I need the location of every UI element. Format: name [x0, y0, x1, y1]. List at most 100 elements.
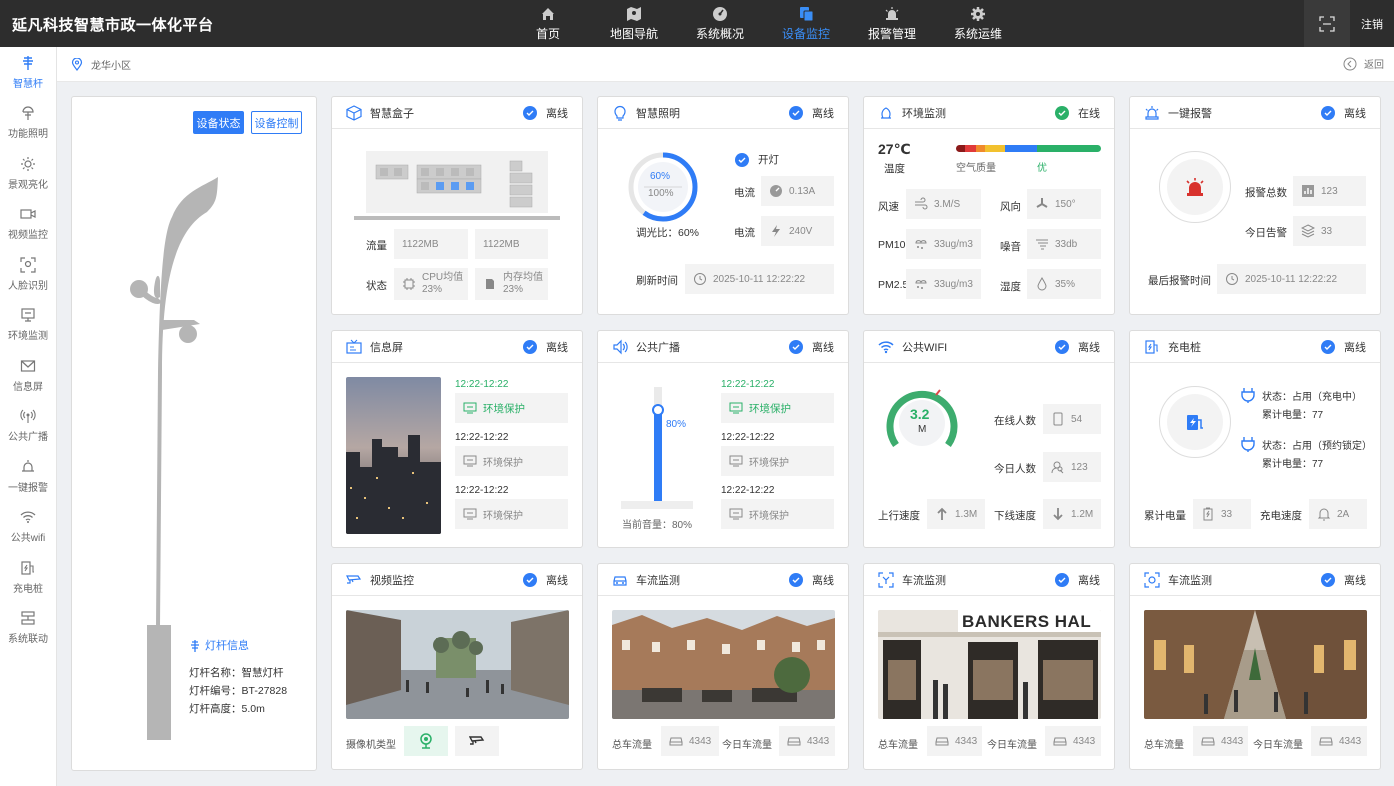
card-info-screen: 信息屏 离线 12:22-12:22 环境保护 12:22-12:22 环境保护…: [331, 330, 583, 548]
check-icon: [1055, 106, 1069, 120]
volume-slider[interactable]: [652, 387, 664, 501]
speed-unit: M: [918, 424, 927, 435]
pole-name: 灯杆名称：智慧灯杆: [189, 667, 284, 679]
total-power: 33: [1193, 499, 1251, 529]
nav-map[interactable]: 地图导航: [591, 0, 677, 47]
lightning-icon: [772, 225, 780, 237]
dim-max: 100%: [648, 188, 674, 199]
camera-type-bullet[interactable]: [455, 726, 499, 756]
schedule-item[interactable]: 环境保护: [455, 446, 568, 476]
status-badge: 离线: [1055, 339, 1100, 355]
droplet-icon: [1037, 277, 1047, 291]
sidebar-item-smart-pole[interactable]: 智慧杆: [0, 47, 56, 98]
sidebar-item-env[interactable]: 环境监测: [0, 300, 56, 351]
status-badge: 在线: [1055, 105, 1100, 121]
sidebar-item-lighting[interactable]: 功能照明: [0, 98, 56, 149]
sidebar-item-screen[interactable]: 信息屏: [0, 350, 56, 401]
sidebar-item-face[interactable]: 人脸识别: [0, 249, 56, 300]
status-badge: 离线: [1055, 572, 1100, 588]
refresh-time: 2025-10-11 12:22:22: [685, 264, 834, 294]
alarm-icon: [22, 459, 34, 472]
logout-button[interactable]: 注销: [1350, 0, 1394, 47]
sidebar-item-landscape[interactable]: 景观亮化: [0, 148, 56, 199]
nav-home[interactable]: 首页: [505, 0, 591, 47]
check-icon: [523, 106, 537, 120]
scan-icon: [878, 571, 894, 588]
status-badge: 离线: [523, 105, 568, 121]
face-scan-icon: [1144, 571, 1160, 588]
card-title: 公共WIFI: [902, 341, 948, 354]
nav-alarm[interactable]: 报警管理: [849, 0, 935, 47]
nav-device-monitor[interactable]: 设备监控: [763, 0, 849, 47]
back-icon: [1343, 57, 1357, 70]
status-badge: 离线: [789, 105, 834, 121]
box-icon: [346, 104, 362, 121]
lamp-icon: [22, 106, 34, 121]
traffic-feed-image[interactable]: [1144, 610, 1367, 719]
user-search-icon: [1051, 461, 1064, 474]
card-title: 车流监测: [902, 574, 946, 587]
cpu-usage: CPU均值 23%: [394, 268, 468, 300]
card-public-wifi: 公共WIFI 离线 3.2 M 在线人数 54 今日人数 123 上行速度 1.…: [863, 330, 1115, 548]
traffic-today: 4343: [779, 726, 835, 756]
sidebar: 智慧杆 功能照明 景观亮化 视频监控 人脸识别 环境监测 信息屏 公共广播 一键…: [0, 47, 57, 786]
charge-speed: 2A: [1309, 499, 1367, 529]
card-title: 智慧盒子: [370, 107, 414, 120]
light-on-toggle[interactable]: 开灯: [735, 152, 779, 167]
battery-icon: [1203, 507, 1213, 521]
main-nav: 首页 地图导航 系统概况 设备监控 报警管理 系统运维: [505, 0, 1021, 47]
back-button[interactable]: 返回: [1343, 56, 1384, 71]
schedule-item[interactable]: 环境保护: [721, 393, 834, 423]
schedule-item[interactable]: 环境保护: [455, 393, 568, 423]
dim-ratio: 调光比：60%: [636, 227, 700, 239]
check-icon: [1321, 106, 1335, 120]
volume-tag: 80%: [666, 419, 687, 430]
check-icon: [523, 340, 537, 354]
server-rack-illustration: [354, 151, 560, 220]
storefront-sign: BANKERS HAL: [962, 612, 1092, 631]
face-icon: [20, 257, 36, 273]
camera-type-dome[interactable]: [404, 726, 448, 756]
upload-speed: 1.3M: [927, 499, 985, 529]
breadcrumb-location: 龙华小区: [91, 61, 131, 72]
charger-icon: [21, 561, 34, 575]
nav-ops[interactable]: 系统运维: [935, 0, 1021, 47]
sidebar-item-video[interactable]: 视频监控: [0, 199, 56, 250]
sidebar-item-wifi[interactable]: 公共wifi: [0, 502, 56, 553]
gear-icon: [971, 6, 985, 21]
charger-icon: [1145, 339, 1158, 354]
traffic-feed-image[interactable]: BANKERS HAL: [878, 610, 1101, 719]
wind-speed: 3.M/S: [906, 189, 981, 219]
video-feed-image[interactable]: [346, 610, 569, 719]
schedule-item[interactable]: 环境保护: [721, 446, 834, 476]
clock-icon: [1226, 273, 1238, 285]
tv-icon: [346, 339, 362, 354]
schedule-item[interactable]: 环境保护: [721, 499, 834, 529]
sidebar-item-linkage[interactable]: 系统联动: [0, 603, 56, 654]
status-badge: 离线: [1321, 105, 1366, 121]
alarm-button[interactable]: [1159, 151, 1231, 223]
card-title: 公共广播: [636, 341, 680, 354]
top-bar: 延凡科技智慧市政一体化平台 首页 地图导航 系统概况 设备监控 报警管理 系统运…: [0, 0, 1394, 47]
alarm-icon: [1145, 105, 1159, 120]
cctv-icon: [469, 736, 485, 745]
traffic-feed-image[interactable]: [612, 610, 835, 719]
fullscreen-button[interactable]: [1304, 0, 1350, 47]
memory-icon: [486, 279, 494, 289]
card-public-broadcast: 公共广播 离线 80% 当前音量：80% 12:22-12:22 环境保护 12…: [597, 330, 849, 548]
sidebar-item-charger[interactable]: 充电桩: [0, 552, 56, 603]
volume-knob[interactable]: [652, 403, 664, 416]
nav-overview[interactable]: 系统概况: [677, 0, 763, 47]
device-status-button[interactable]: 设备状态: [193, 111, 244, 134]
download-speed: 1.2M: [1043, 499, 1101, 529]
wifi-icon: [878, 340, 894, 353]
device-control-button[interactable]: 设备控制: [251, 111, 302, 134]
car-icon: [1319, 737, 1333, 746]
traffic-total: 4343: [1193, 726, 1248, 756]
bar-chart-icon: [1302, 185, 1314, 197]
schedule-item[interactable]: 环境保护: [455, 499, 568, 529]
sidebar-item-broadcast[interactable]: 公共广播: [0, 401, 56, 452]
screen-preview-image: [346, 377, 441, 534]
check-icon: [1321, 573, 1335, 587]
sidebar-item-alarm[interactable]: 一键报警: [0, 451, 56, 502]
